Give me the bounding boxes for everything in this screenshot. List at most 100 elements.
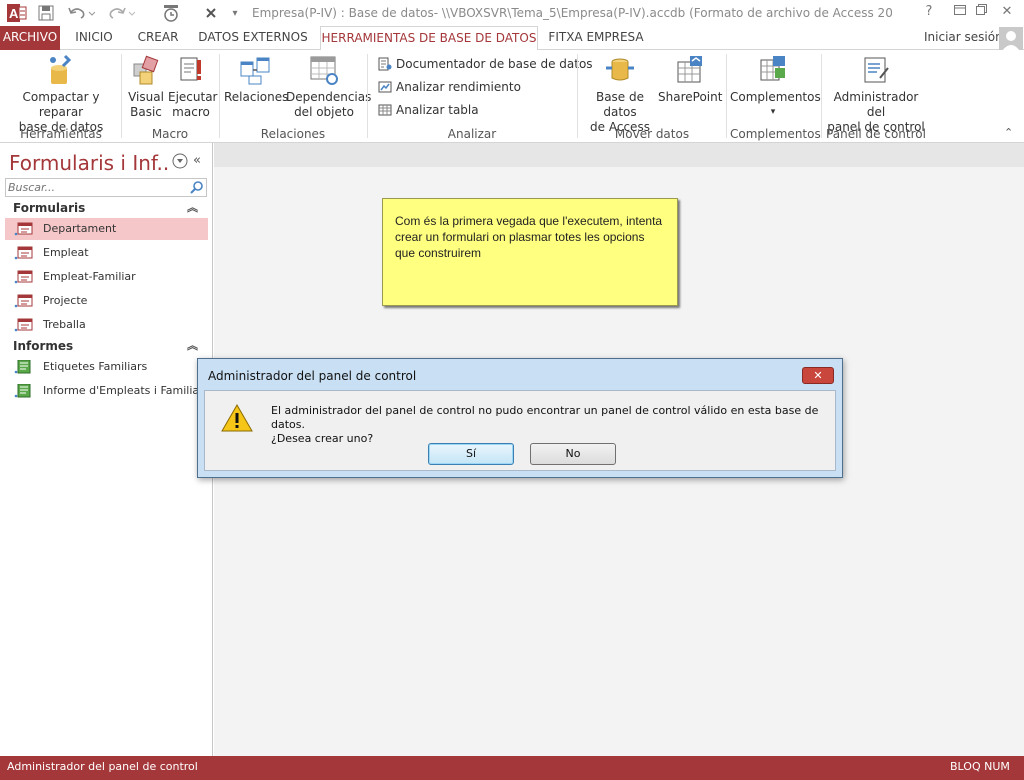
section-label: Informes bbox=[13, 339, 74, 353]
group-divider bbox=[367, 54, 368, 138]
addins-icon bbox=[757, 54, 789, 86]
group-label-relaciones: Relaciones bbox=[260, 127, 326, 141]
nav-pane-title[interactable]: Formularis i Inf... bbox=[9, 151, 169, 175]
sharepoint-icon bbox=[674, 54, 706, 86]
qat-customize-icon[interactable]: ▾ bbox=[228, 3, 242, 23]
nav-form-item[interactable]: Treballa bbox=[5, 314, 208, 336]
title-bar: A ▾ Empresa(P-IV) : Base de datos- \\VBO… bbox=[0, 0, 1024, 26]
access-database-button[interactable]: Base de datos de Access bbox=[582, 54, 658, 135]
history-icon[interactable] bbox=[160, 3, 182, 23]
visual-basic-button[interactable]: Visual Basic bbox=[126, 54, 166, 120]
group-label-mover-datos: Mover datos bbox=[614, 127, 690, 141]
sharepoint-label: SharePoint bbox=[658, 90, 723, 104]
no-button[interactable]: No bbox=[530, 443, 616, 465]
run-macro-button[interactable]: Ejecutar macro bbox=[168, 54, 218, 120]
nav-form-item[interactable]: Empleat-Familiar bbox=[5, 266, 208, 288]
dialog-body: El administrador del panel de control no… bbox=[204, 390, 836, 471]
search-icon[interactable] bbox=[190, 180, 204, 197]
nav-form-item[interactable]: Departament bbox=[5, 218, 208, 240]
tab-archivo[interactable]: ARCHIVO bbox=[0, 26, 60, 50]
group-divider bbox=[726, 54, 727, 138]
nav-menu-dropdown-icon[interactable] bbox=[172, 153, 188, 172]
vb-label-1: Visual bbox=[128, 90, 164, 104]
nav-form-item[interactable]: Empleat bbox=[5, 242, 208, 264]
vb-label-2: Basic bbox=[130, 105, 162, 119]
group-divider bbox=[577, 54, 578, 138]
avatar[interactable] bbox=[999, 27, 1023, 51]
nav-section-formularis[interactable]: Formularis ︽ bbox=[5, 198, 208, 218]
run-label-2: macro bbox=[172, 105, 210, 119]
nav-item-label: Empleat-Familiar bbox=[43, 270, 136, 283]
nav-section-informes[interactable]: Informes ︽ bbox=[5, 336, 208, 356]
dialog-title: Administrador del panel de control bbox=[208, 369, 417, 383]
collapse-ribbon-icon[interactable]: ⌃ bbox=[1004, 126, 1013, 139]
navigation-pane: Formularis i Inf... « Formularis ︽ Depar… bbox=[0, 143, 213, 756]
switchboard-manager-icon bbox=[860, 54, 892, 86]
collapse-section-icon[interactable]: ︽ bbox=[187, 336, 198, 356]
analyze-table-label: Analizar tabla bbox=[396, 103, 479, 117]
nav-report-item[interactable]: Informe d'Empleats i Familiar... bbox=[5, 380, 208, 402]
nav-item-label: Informe d'Empleats i Familiar... bbox=[43, 384, 208, 397]
deps-label-2: del objeto bbox=[294, 105, 354, 119]
tab-inicio[interactable]: INICIO bbox=[66, 26, 122, 50]
tab-fitxa-empresa[interactable]: FITXA EMPRESA bbox=[544, 26, 648, 50]
redo-icon[interactable] bbox=[106, 3, 136, 23]
group-label-complementos: Complementos bbox=[730, 127, 821, 141]
group-label-herramientas: Herramientas bbox=[20, 127, 102, 141]
tab-herramientas-bd[interactable]: HERRAMIENTAS DE BASE DE DATOS bbox=[320, 26, 538, 51]
warning-icon bbox=[221, 403, 253, 435]
help-button[interactable]: ? bbox=[914, 2, 944, 22]
window-close-button[interactable]: ✕ bbox=[992, 2, 1022, 22]
documenter-button[interactable]: Documentador de base de datos bbox=[378, 57, 593, 71]
workspace-top-band bbox=[214, 143, 1024, 167]
addins-dropdown-icon: ▾ bbox=[770, 107, 776, 117]
undo-icon[interactable] bbox=[66, 3, 96, 23]
group-divider bbox=[121, 54, 122, 138]
addins-button[interactable]: Complementos ▾ bbox=[730, 54, 821, 120]
svg-text:A: A bbox=[9, 6, 19, 21]
close-object-icon[interactable] bbox=[202, 3, 220, 23]
sign-in-link[interactable]: Iniciar sesión bbox=[924, 30, 1003, 44]
status-text: Administrador del panel de control bbox=[7, 760, 198, 773]
run-macro-icon bbox=[175, 54, 207, 86]
tab-datos-externos[interactable]: DATOS EXTERNOS bbox=[194, 26, 312, 50]
group-label-panell-control: Panell de control bbox=[826, 127, 926, 141]
nav-search-input[interactable] bbox=[6, 179, 188, 196]
run-label-1: Ejecutar bbox=[168, 90, 218, 104]
object-dependencies-button[interactable]: Dependencias del objeto bbox=[286, 54, 372, 120]
yes-button[interactable]: Sí bbox=[428, 443, 514, 465]
compact-label-1: Compactar y reparar bbox=[22, 90, 100, 119]
nav-item-label: Empleat bbox=[43, 246, 89, 259]
relations-label: Relaciones bbox=[224, 90, 289, 104]
tab-crear[interactable]: CREAR bbox=[130, 26, 186, 50]
collapse-section-icon[interactable]: ︽ bbox=[187, 198, 198, 218]
form-icon bbox=[14, 270, 34, 284]
ribbon-tabs: ARCHIVO INICIO CREAR DATOS EXTERNOS HERR… bbox=[0, 26, 1024, 51]
group-label-macro: Macro bbox=[151, 127, 189, 141]
dialog-message-line-1: El administrador del panel de control no… bbox=[271, 404, 819, 431]
analyze-table-button[interactable]: Analizar tabla bbox=[378, 103, 479, 117]
report-icon bbox=[14, 383, 34, 398]
switchboard-dialog: Administrador del panel de control ✕ El … bbox=[197, 358, 843, 478]
relationships-icon bbox=[239, 54, 271, 86]
dialog-close-button[interactable]: ✕ bbox=[802, 367, 834, 384]
analyze-performance-button[interactable]: Analizar rendimiento bbox=[378, 80, 521, 94]
relationships-button[interactable]: Relaciones bbox=[224, 54, 289, 105]
form-icon bbox=[14, 318, 34, 332]
nav-report-item[interactable]: Etiquetes Familiars bbox=[5, 356, 208, 378]
deps-label-1: Dependencias bbox=[286, 90, 372, 104]
nav-form-item[interactable]: Projecte bbox=[5, 290, 208, 312]
sharepoint-button[interactable]: SharePoint bbox=[658, 54, 722, 105]
documenter-icon bbox=[378, 57, 392, 71]
form-icon bbox=[14, 222, 34, 236]
shutter-bar-close-icon[interactable]: « bbox=[193, 153, 201, 168]
window-title: Empresa(P-IV) : Base de datos- \\VBOXSVR… bbox=[252, 6, 892, 20]
save-icon[interactable] bbox=[36, 3, 56, 23]
nav-search-box bbox=[5, 178, 207, 197]
documenter-label: Documentador de base de datos bbox=[396, 57, 593, 71]
analyze-table-icon bbox=[378, 104, 392, 116]
dialog-message: El administrador del panel de control no… bbox=[271, 404, 835, 446]
access-app-icon[interactable]: A bbox=[6, 3, 28, 23]
compact-repair-button[interactable]: Compactar y reparar base de datos bbox=[4, 54, 118, 135]
switchboard-manager-button[interactable]: Administrador del panel de control bbox=[824, 54, 928, 135]
